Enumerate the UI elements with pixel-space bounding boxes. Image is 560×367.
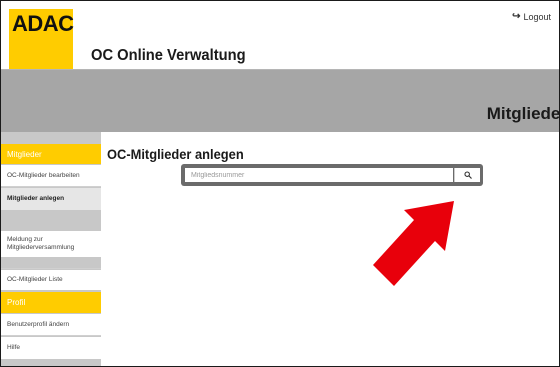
search-input[interactable] [185, 168, 453, 182]
page-title: OC-Mitglieder anlegen [107, 146, 244, 162]
sidebar-item-hilfe[interactable]: Hilfe [1, 337, 101, 359]
app-window: ADAC OC Online Verwaltung ↪ Logout Mitgl… [0, 0, 560, 367]
app-title: OC Online Verwaltung [91, 47, 246, 64]
logout-label: Logout [523, 11, 551, 22]
sidebar-item-oc-mitglieder-liste[interactable]: OC-Mitglieder Liste [1, 270, 101, 290]
logo-text: ADAC [12, 11, 74, 36]
logout-icon: ↪ [512, 11, 521, 22]
search-box [181, 164, 483, 186]
main-content: OC-Mitglieder anlegen [101, 132, 559, 366]
sidebar-divider [1, 186, 101, 187]
banner-title: Mitglieder [486, 104, 560, 123]
sidebar-divider [1, 268, 101, 269]
sidebar-item-mitglieder-anlegen[interactable]: Mitglieder anlegen [1, 188, 101, 210]
page-banner: Mitglieder [1, 70, 559, 132]
sidebar-item-benutzerprofil-aendern[interactable]: Benutzerprofil ändern [1, 314, 101, 335]
sidebar: Mitglieder OC-Mitglieder bearbeiten Mitg… [1, 132, 101, 366]
search-button[interactable] [454, 168, 480, 182]
logout-button[interactable]: ↪ Logout [512, 11, 551, 22]
sidebar-item-meldung-mitgliederversammlung[interactable]: Meldung zur Mitgliederversammlung [1, 231, 101, 257]
search-icon [463, 171, 472, 179]
sidebar-item-oc-mitglieder-bearbeiten[interactable]: OC-Mitglieder bearbeiten [1, 165, 101, 186]
red-arrow-icon [373, 201, 454, 286]
sidebar-section-profil[interactable]: Profil [1, 292, 101, 313]
sidebar-divider [1, 335, 101, 336]
sidebar-section-mitglieder[interactable]: Mitglieder [1, 144, 101, 164]
